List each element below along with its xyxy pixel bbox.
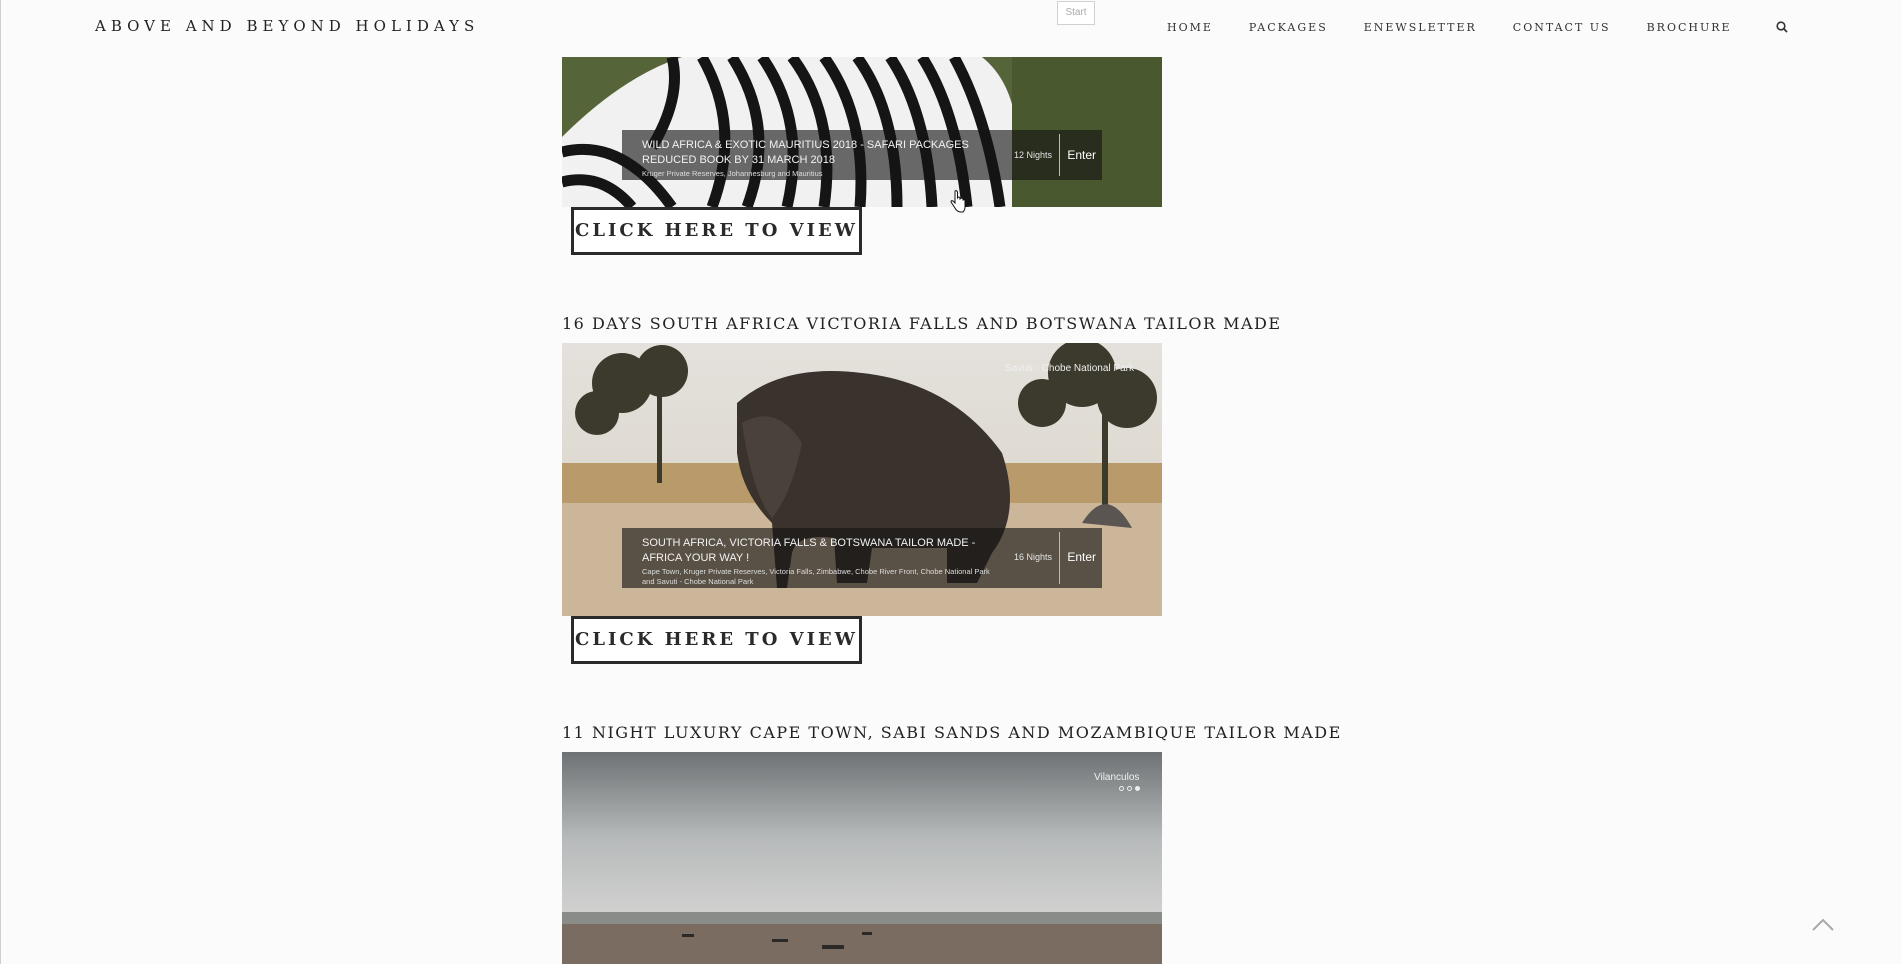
location-label: Savuti - Chobe National Park bbox=[1005, 363, 1134, 374]
enter-link[interactable]: Enter bbox=[1067, 550, 1096, 564]
site-logo[interactable]: ABOVE AND BEYOND HOLIDAYS bbox=[95, 17, 479, 35]
nav-enewsletter[interactable]: ENEWSLETTER bbox=[1364, 21, 1477, 34]
caption-divider bbox=[1059, 532, 1060, 584]
slide-dot[interactable] bbox=[1127, 786, 1132, 791]
site-header: ABOVE AND BEYOND HOLIDAYS Start HOME PAC… bbox=[1, 0, 1902, 54]
click-here-to-view-button[interactable]: CLICK HERE TO VIEW bbox=[571, 207, 862, 255]
package-title[interactable]: 11 NIGHT LUXURY CAPE TOWN, SABI SANDS AN… bbox=[562, 723, 1342, 742]
nav-brochure[interactable]: BROCHURE bbox=[1647, 21, 1732, 34]
nav-contact-us[interactable]: CONTACT US bbox=[1513, 21, 1611, 34]
nav-home[interactable]: HOME bbox=[1167, 21, 1213, 34]
main-nav: HOME PACKAGES ENEWSLETTER CONTACT US BRO… bbox=[1167, 21, 1768, 34]
package-photo-vilanculos[interactable]: Vilanculos bbox=[562, 752, 1162, 964]
slide-dot[interactable] bbox=[1135, 786, 1140, 791]
caption-divider bbox=[1059, 134, 1060, 176]
package-title[interactable]: 16 DAYS SOUTH AFRICA VICTORIA FALLS AND … bbox=[562, 314, 1282, 333]
caption-subtitle: Cape Town, Kruger Private Reserves, Vict… bbox=[642, 567, 990, 586]
caption-title: WILD AFRICA & EXOTIC MAURITIUS 2018 - SA… bbox=[642, 139, 969, 166]
caption-title: SOUTH AFRICA, VICTORIA FALLS & BOTSWANA … bbox=[642, 537, 976, 564]
slide-indicator[interactable] bbox=[1119, 786, 1140, 791]
chevron-up-icon[interactable] bbox=[1809, 914, 1837, 934]
click-here-to-view-button[interactable]: CLICK HERE TO VIEW bbox=[571, 616, 862, 664]
package-photo-zebra[interactable]: WILD AFRICA & EXOTIC MAURITIUS 2018 - SA… bbox=[562, 57, 1162, 207]
package-caption: SOUTH AFRICA, VICTORIA FALLS & BOTSWANA … bbox=[622, 528, 1102, 588]
nights-label: 12 Nights bbox=[1013, 150, 1052, 160]
slide-dot[interactable] bbox=[1119, 786, 1124, 791]
nights-label: 16 Nights bbox=[1013, 552, 1052, 562]
caption-subtitle: Kruger Private Reserves, Johannesburg an… bbox=[642, 169, 823, 178]
package-caption: WILD AFRICA & EXOTIC MAURITIUS 2018 - SA… bbox=[622, 130, 1102, 180]
package-photo-elephant[interactable]: Savuti - Chobe National Park SOUTH AFRIC… bbox=[562, 343, 1162, 616]
search-icon[interactable] bbox=[1775, 20, 1789, 34]
beach-image bbox=[562, 752, 1162, 964]
enter-link[interactable]: Enter bbox=[1067, 148, 1096, 162]
start-tab[interactable]: Start bbox=[1057, 1, 1095, 25]
nav-packages[interactable]: PACKAGES bbox=[1249, 21, 1328, 34]
location-label: Vilanculos bbox=[1094, 772, 1140, 783]
hand-cursor-icon bbox=[950, 190, 966, 213]
